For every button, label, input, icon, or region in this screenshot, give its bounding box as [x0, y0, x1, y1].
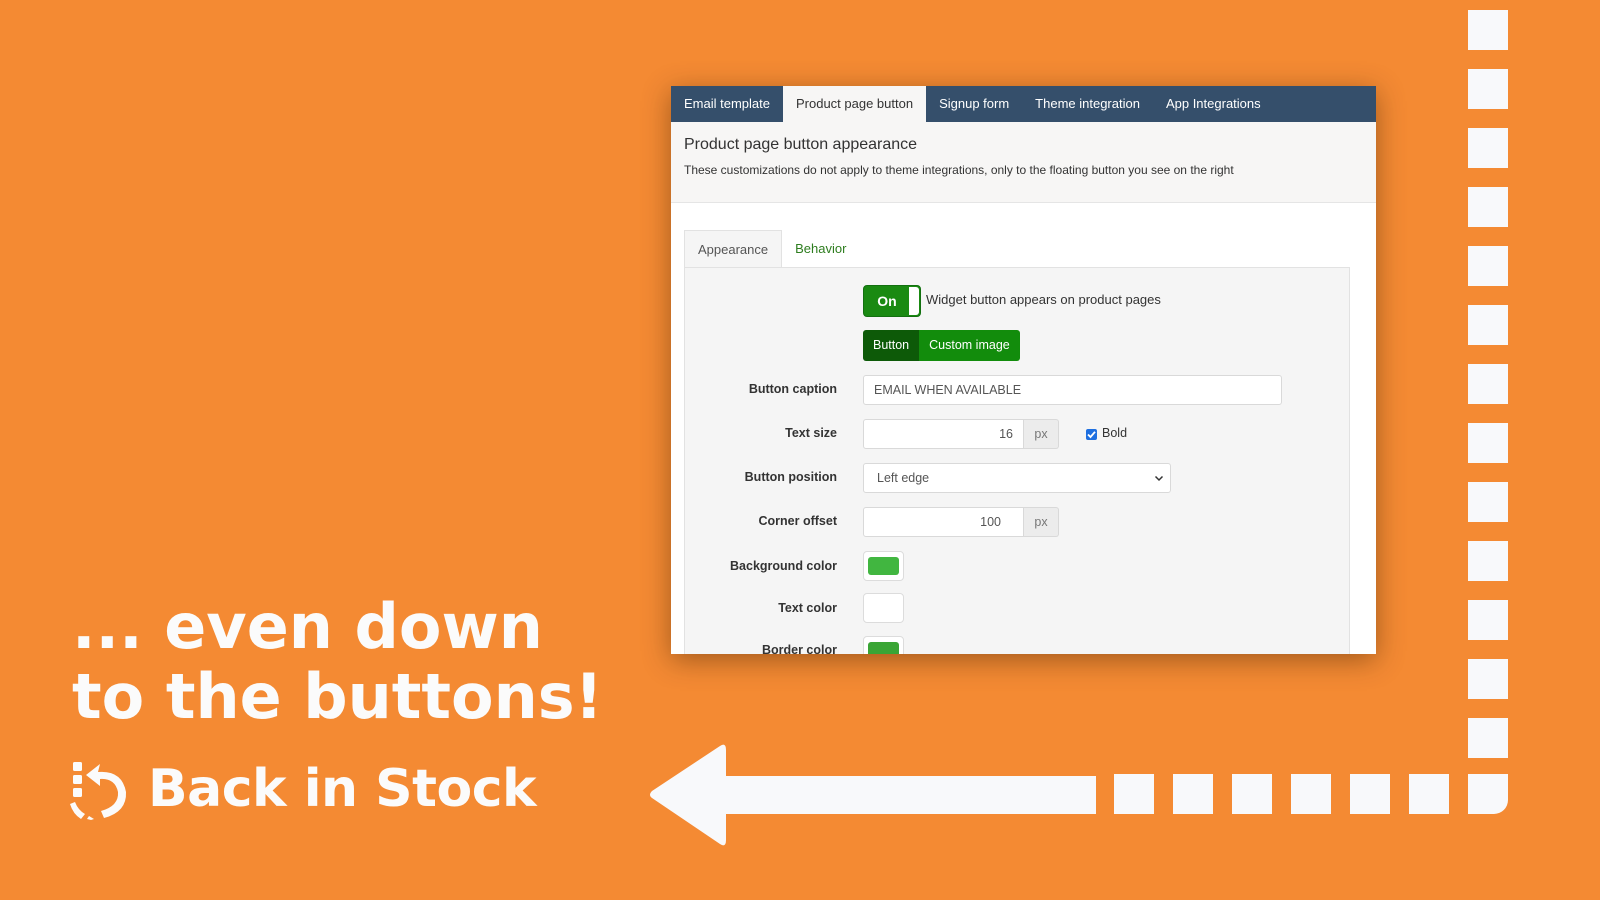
top-navigation: Email template Product page button Signu… [671, 86, 1376, 122]
toggle-label: On [877, 293, 897, 309]
tab-app-integrations[interactable]: App Integrations [1153, 86, 1274, 122]
tab-product-page-button[interactable]: Product page button [782, 86, 927, 122]
dash-square [1468, 246, 1508, 286]
left-arrow-icon [650, 744, 1096, 846]
dash-square [1409, 774, 1449, 814]
button-position-value: Left edge [877, 471, 930, 485]
dash-square [1468, 423, 1508, 463]
text-color-swatch [868, 599, 899, 617]
dash-square [1468, 187, 1508, 227]
tab-appearance[interactable]: Appearance [684, 230, 783, 268]
sub-tabs: Appearance Behavior [684, 230, 859, 268]
dash-square [1468, 305, 1508, 345]
dash-square [1114, 774, 1154, 814]
section-title: Product page button appearance [684, 136, 918, 153]
headline-line-2: to the buttons! [72, 660, 603, 733]
dash-square [1468, 128, 1508, 168]
background-color-label: Background color [730, 559, 837, 573]
button-caption-label: Button caption [748, 382, 837, 396]
tab-email-template[interactable]: Email template [671, 86, 783, 122]
headline-line-1: ... even down [72, 590, 543, 663]
tab-theme-integration[interactable]: Theme integration [1022, 86, 1153, 122]
border-color-swatch [868, 642, 899, 654]
chevron-down-icon [1154, 475, 1164, 482]
text-color-picker[interactable] [863, 593, 904, 623]
dash-square [1173, 774, 1213, 814]
toggle-description: Widget button appears on product pages [926, 292, 1161, 307]
tab-signup-form[interactable]: Signup form [926, 86, 1022, 122]
button-caption-input[interactable]: EMAIL WHEN AVAILABLE [863, 375, 1282, 405]
border-color-label: Border color [761, 643, 837, 654]
bold-checkbox[interactable] [1086, 429, 1097, 440]
corner-offset-label: Corner offset [758, 514, 837, 528]
option-button[interactable]: Button [863, 330, 920, 361]
background-color-swatch [868, 557, 899, 575]
background-color-picker[interactable] [863, 551, 904, 581]
app-window: Email template Product page button Signu… [671, 86, 1376, 654]
dash-square [1468, 482, 1508, 522]
dash-square [1468, 718, 1508, 758]
button-position-select[interactable]: Left edge [863, 463, 1171, 493]
widget-toggle[interactable]: On [863, 285, 921, 317]
toggle-knob [909, 287, 919, 315]
option-custom-image[interactable]: Custom image [919, 330, 1020, 361]
button-position-label: Button position [744, 470, 837, 484]
dash-square [1468, 364, 1508, 404]
dash-square [1468, 69, 1508, 109]
section-header: Product page button appearance These cus… [671, 122, 1376, 203]
dash-square [1350, 774, 1390, 814]
appearance-panel: On Widget button appears on product page… [684, 267, 1350, 654]
text-size-label: Text size [785, 426, 837, 440]
brand-logo: Back in Stock [70, 758, 537, 820]
dash-square [1291, 774, 1331, 814]
border-color-picker[interactable] [863, 636, 904, 654]
section-description: These customizations do not apply to the… [684, 163, 1234, 177]
promo-headline: ... even down to the buttons! [72, 592, 603, 732]
refresh-arrow-icon [70, 762, 127, 820]
text-color-label: Text color [778, 601, 837, 615]
tab-behavior[interactable]: Behavior [782, 230, 859, 268]
dash-square [1468, 541, 1508, 581]
brand-name: Back in Stock [148, 759, 537, 819]
corner-offset-unit: px [1024, 507, 1059, 537]
text-size-unit: px [1024, 419, 1059, 449]
button-type-selector: Button Custom image [863, 330, 1020, 361]
dash-corner [1468, 774, 1508, 814]
dash-square [1468, 600, 1508, 640]
dash-square [1232, 774, 1272, 814]
corner-offset-input[interactable]: 100 [863, 507, 1024, 537]
check-icon [1087, 431, 1096, 439]
dash-square [1468, 659, 1508, 699]
bold-label: Bold [1102, 426, 1128, 440]
text-size-input[interactable]: 16 [863, 419, 1024, 449]
dash-square [1468, 10, 1508, 50]
